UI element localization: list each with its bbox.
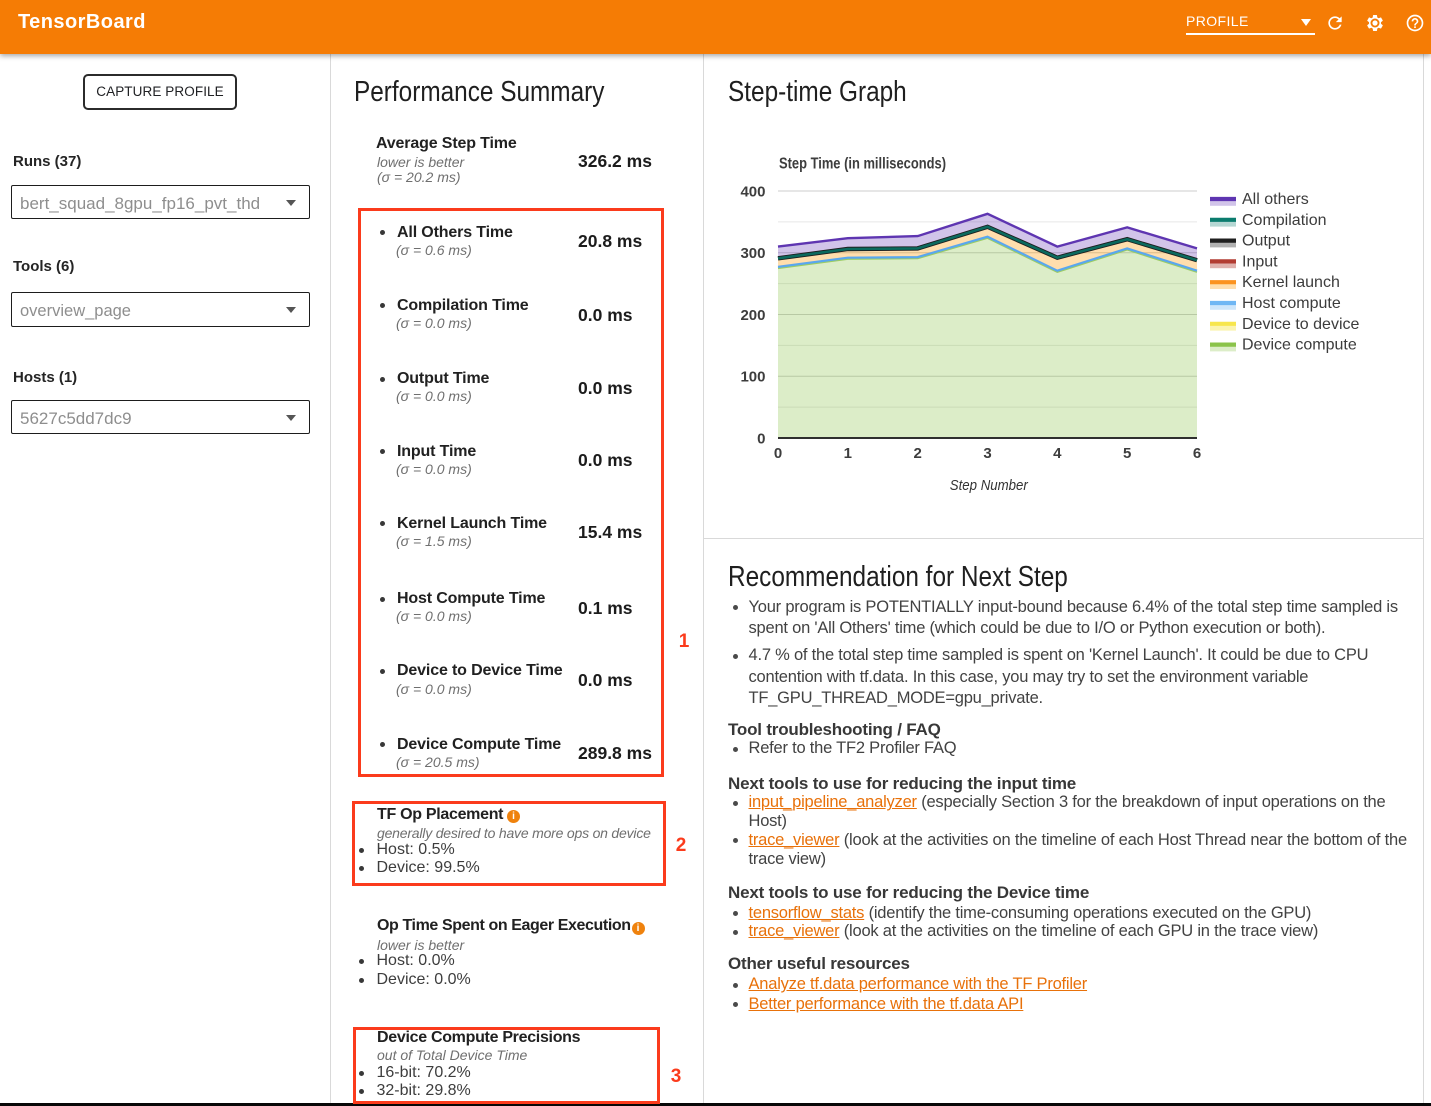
svg-text:Host compute: Host compute <box>1242 295 1341 312</box>
svg-text:2: 2 <box>914 445 922 462</box>
svg-text:0: 0 <box>757 430 765 447</box>
svg-text:200: 200 <box>740 307 765 324</box>
svg-text:4: 4 <box>1053 445 1062 462</box>
svg-text:Device compute: Device compute <box>1242 337 1357 354</box>
svg-text:Step Time (in milliseconds): Step Time (in milliseconds) <box>779 156 946 173</box>
svg-text:Kernel launch: Kernel launch <box>1242 274 1340 291</box>
svg-text:0: 0 <box>774 445 782 462</box>
svg-text:Compilation: Compilation <box>1242 212 1326 229</box>
svg-text:Input: Input <box>1242 253 1278 270</box>
svg-text:400: 400 <box>740 183 765 200</box>
svg-text:All others: All others <box>1242 191 1309 208</box>
svg-text:300: 300 <box>740 245 765 262</box>
svg-text:Step Number: Step Number <box>950 477 1029 494</box>
svg-text:Output: Output <box>1242 233 1291 250</box>
svg-text:100: 100 <box>740 369 765 386</box>
svg-text:6: 6 <box>1193 445 1201 462</box>
svg-text:1: 1 <box>844 445 852 462</box>
svg-text:3: 3 <box>983 445 991 462</box>
svg-text:Device to device: Device to device <box>1242 316 1359 333</box>
svg-text:5: 5 <box>1123 445 1131 462</box>
